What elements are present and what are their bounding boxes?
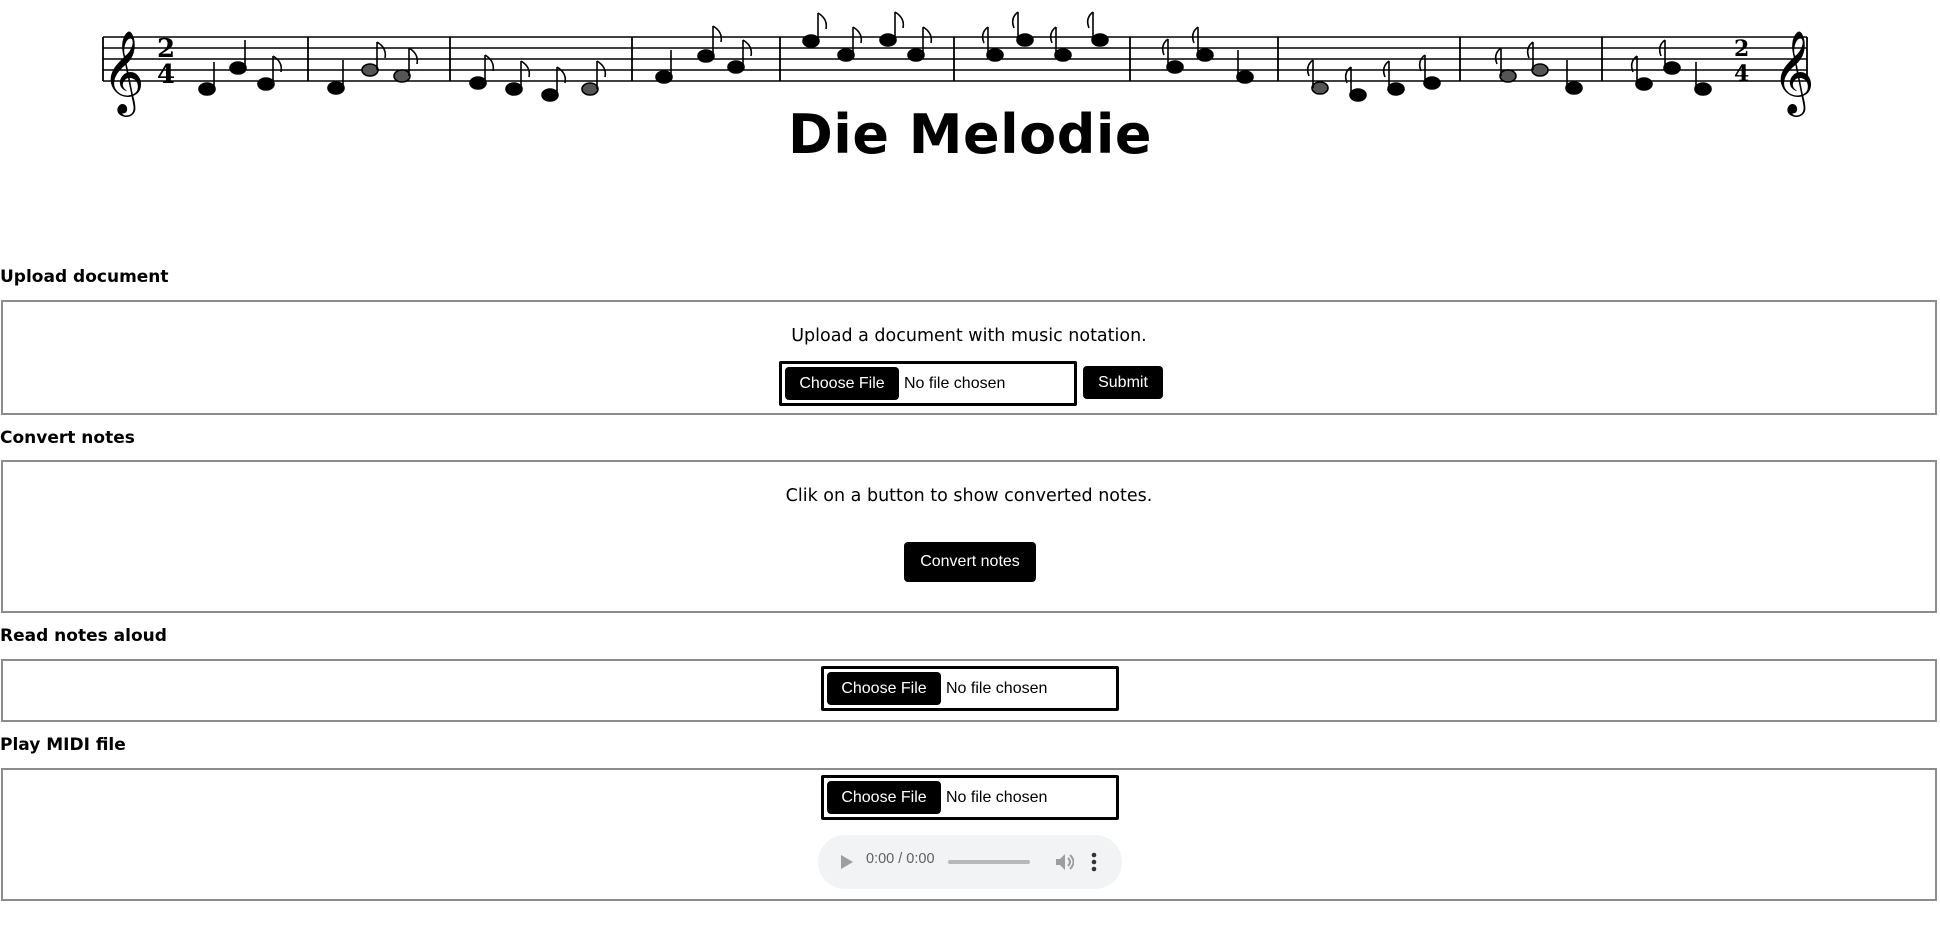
file-status: No file chosen [904, 374, 1006, 392]
staff-lines [103, 36, 1807, 82]
time-signature: 2 4 [157, 34, 175, 90]
svg-text:2: 2 [1734, 36, 1749, 62]
read-aloud-heading: Read notes aloud [0, 626, 167, 646]
midi-file-input[interactable]: Choose File No file chosen [821, 775, 1119, 820]
audio-time: 0:00 / 0:00 [866, 851, 935, 867]
svg-text:4: 4 [1734, 61, 1749, 87]
upload-file-input[interactable]: Choose File No file chosen [779, 361, 1077, 406]
upload-heading: Upload document [0, 267, 169, 287]
read-aloud-file-input[interactable]: Choose File No file chosen [821, 666, 1119, 711]
time-signature-end: 2 4 [1734, 36, 1749, 87]
convert-instruction: Clik on a button to show converted notes… [785, 486, 1153, 506]
volume-icon[interactable] [1054, 851, 1074, 873]
audio-progress-slider[interactable] [948, 860, 1030, 864]
choose-file-button[interactable]: Choose File [827, 781, 941, 814]
notes [198, 11, 1712, 102]
upload-section: Upload a document with music notation. C… [1, 300, 1937, 415]
read-aloud-section: Choose File No file chosen [1, 659, 1937, 722]
convert-heading: Convert notes [0, 428, 135, 448]
upload-instruction: Upload a document with music notation. [791, 326, 1147, 346]
audio-player: 0:00 / 0:00 [818, 835, 1122, 889]
convert-section: Clik on a button to show converted notes… [1, 460, 1937, 613]
page-title: Die Melodie [787, 103, 1152, 166]
play-icon[interactable] [840, 854, 854, 870]
file-status: No file chosen [946, 788, 1048, 806]
choose-file-button[interactable]: Choose File [827, 672, 941, 705]
file-status: No file chosen [946, 679, 1048, 697]
choose-file-button[interactable]: Choose File [785, 367, 899, 400]
submit-button[interactable]: Submit [1083, 366, 1163, 399]
more-vert-icon[interactable] [1090, 851, 1098, 873]
play-midi-heading: Play MIDI file [0, 735, 126, 755]
convert-notes-button[interactable]: Convert notes [904, 542, 1036, 582]
svg-text:4: 4 [157, 60, 175, 90]
